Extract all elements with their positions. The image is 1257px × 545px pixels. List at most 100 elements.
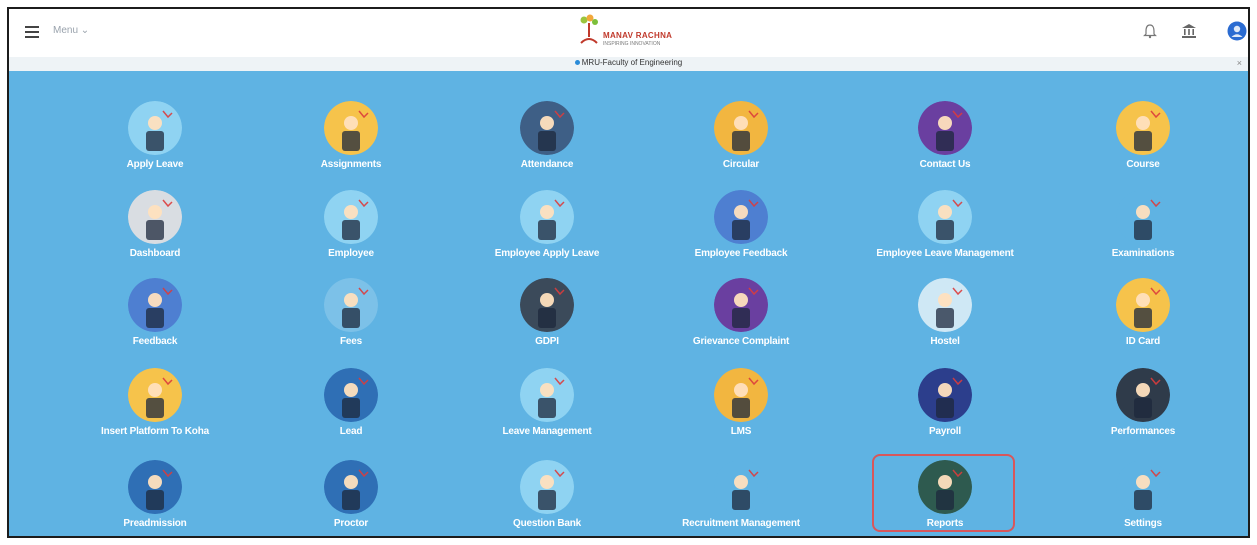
reports-highlight-box	[872, 454, 1015, 532]
module-tile-gdpi[interactable]: GDPI	[447, 278, 647, 366]
module-tile-label: Employee	[328, 248, 374, 259]
module-tile-leave-management[interactable]: Leave Management	[447, 368, 647, 456]
module-tile-label: Proctor	[333, 518, 369, 529]
module-tile-label: Attendance	[520, 159, 574, 170]
employee-leave-management-icon	[918, 190, 972, 244]
module-tile-label: GDPI	[535, 336, 559, 347]
faculty-banner: MRU-Faculty of Engineering ×	[9, 57, 1248, 71]
module-tile-payroll[interactable]: Payroll	[845, 368, 1045, 456]
module-tile-label: Settings	[1124, 518, 1162, 529]
dashboard-icon	[128, 190, 182, 244]
module-tile-label: Employee Leave Management	[876, 248, 1014, 259]
module-tile-label: Performances	[1110, 426, 1176, 437]
menu-icon[interactable]	[25, 26, 39, 38]
module-tile-course[interactable]: Course	[1043, 101, 1243, 189]
module-tile-contact-us[interactable]: Contact Us	[845, 101, 1045, 189]
logo-tagline: INSPIRING INNOVATION	[603, 41, 661, 47]
module-tile-label: Question Bank	[513, 518, 581, 529]
module-tile-apply-leave[interactable]: Apply Leave	[55, 101, 255, 189]
question-bank-icon	[520, 460, 574, 514]
module-tile-label: Employee Feedback	[694, 248, 788, 259]
logo-name: MANAV RACHNA	[603, 31, 673, 40]
module-tile-grievance-complaint[interactable]: Grievance Complaint	[641, 278, 841, 366]
module-tile-recruitment-management[interactable]: Recruitment Management	[641, 460, 841, 536]
logo-tree-icon	[580, 14, 598, 44]
module-tile-label: LMS	[730, 426, 752, 437]
preadmission-icon	[128, 460, 182, 514]
faculty-name: MRU-Faculty of Engineering	[581, 58, 683, 67]
module-tile-lms[interactable]: LMS	[641, 368, 841, 456]
module-tile-label: Feedback	[132, 336, 178, 347]
employee-icon	[324, 190, 378, 244]
module-tile-hostel[interactable]: Hostel	[845, 278, 1045, 366]
module-tile-dashboard[interactable]: Dashboard	[55, 190, 255, 278]
lms-icon	[714, 368, 768, 422]
module-tile-label: ID Card	[1125, 336, 1161, 347]
module-tile-label: Leave Management	[502, 426, 592, 437]
module-tile-fees[interactable]: Fees	[251, 278, 451, 366]
module-tile-label: Employee Apply Leave	[494, 248, 600, 259]
hostel-icon	[918, 278, 972, 332]
module-tile-label: Dashboard	[129, 248, 181, 259]
module-tile-performances[interactable]: Performances	[1043, 368, 1243, 456]
recruitment-management-icon	[714, 460, 768, 514]
contact-us-icon	[918, 101, 972, 155]
module-tile-circular[interactable]: Circular	[641, 101, 841, 189]
menu-dropdown[interactable]: Menu ⌄	[53, 25, 89, 36]
module-tile-label: Examinations	[1111, 248, 1175, 259]
module-tile-label: Grievance Complaint	[692, 336, 790, 347]
module-tile-label: Circular	[722, 159, 760, 170]
module-tile-label: Insert Platform To Koha	[100, 426, 209, 437]
module-tile-lead[interactable]: Lead	[251, 368, 451, 456]
leave-management-icon	[520, 368, 574, 422]
module-tile-employee-feedback[interactable]: Employee Feedback	[641, 190, 841, 278]
module-tile-id-card[interactable]: ID Card	[1043, 278, 1243, 366]
module-tile-label: Preadmission	[123, 518, 187, 529]
module-tile-employee-leave-management[interactable]: Employee Leave Management	[845, 190, 1045, 278]
performances-icon	[1116, 368, 1170, 422]
id-card-icon	[1116, 278, 1170, 332]
employee-apply-leave-icon	[520, 190, 574, 244]
institution-icon[interactable]	[1181, 23, 1197, 39]
module-tile-employee[interactable]: Employee	[251, 190, 451, 278]
course-icon	[1116, 101, 1170, 155]
attendance-icon	[520, 101, 574, 155]
brand-logo[interactable]: MANAV RACHNA INSPIRING INNOVATION	[577, 13, 697, 53]
top-navbar: Menu ⌄ MANAV RACHNA INSPIRING INNOVATION	[9, 9, 1248, 57]
module-tile-settings[interactable]: Settings	[1043, 460, 1243, 536]
apply-leave-icon	[128, 101, 182, 155]
module-tile-assignments[interactable]: Assignments	[251, 101, 451, 189]
user-avatar-icon[interactable]	[1227, 21, 1247, 41]
status-dot-icon	[574, 60, 580, 66]
module-tile-label: Apply Leave	[126, 159, 184, 170]
module-tile-label: Hostel	[930, 336, 960, 347]
settings-icon	[1116, 460, 1170, 514]
module-tile-examinations[interactable]: Examinations	[1043, 190, 1243, 278]
close-icon[interactable]: ×	[1237, 58, 1242, 68]
feedback-icon	[128, 278, 182, 332]
assignments-icon	[324, 101, 378, 155]
module-tile-label: Fees	[340, 336, 362, 347]
module-tile-attendance[interactable]: Attendance	[447, 101, 647, 189]
bell-icon[interactable]	[1143, 23, 1157, 39]
module-tile-feedback[interactable]: Feedback	[55, 278, 255, 366]
payroll-icon	[918, 368, 972, 422]
lead-icon	[324, 368, 378, 422]
proctor-icon	[324, 460, 378, 514]
module-tile-label: Course	[1126, 159, 1160, 170]
grievance-complaint-icon	[714, 278, 768, 332]
module-tile-insert-platform-to-koha[interactable]: Insert Platform To Koha	[55, 368, 255, 456]
examinations-icon	[1116, 190, 1170, 244]
module-tile-label: Lead	[339, 426, 363, 437]
circular-icon	[714, 101, 768, 155]
module-tile-question-bank[interactable]: Question Bank	[447, 460, 647, 536]
fees-icon	[324, 278, 378, 332]
module-tile-label: Assignments	[320, 159, 382, 170]
insert-platform-to-koha-icon	[128, 368, 182, 422]
employee-feedback-icon	[714, 190, 768, 244]
module-tile-preadmission[interactable]: Preadmission	[55, 460, 255, 536]
module-tile-employee-apply-leave[interactable]: Employee Apply Leave	[447, 190, 647, 278]
app-window: Menu ⌄ MANAV RACHNA INSPIRING INNOVATION	[7, 7, 1250, 538]
module-tile-proctor[interactable]: Proctor	[251, 460, 451, 536]
module-tile-label: Contact Us	[919, 159, 971, 170]
